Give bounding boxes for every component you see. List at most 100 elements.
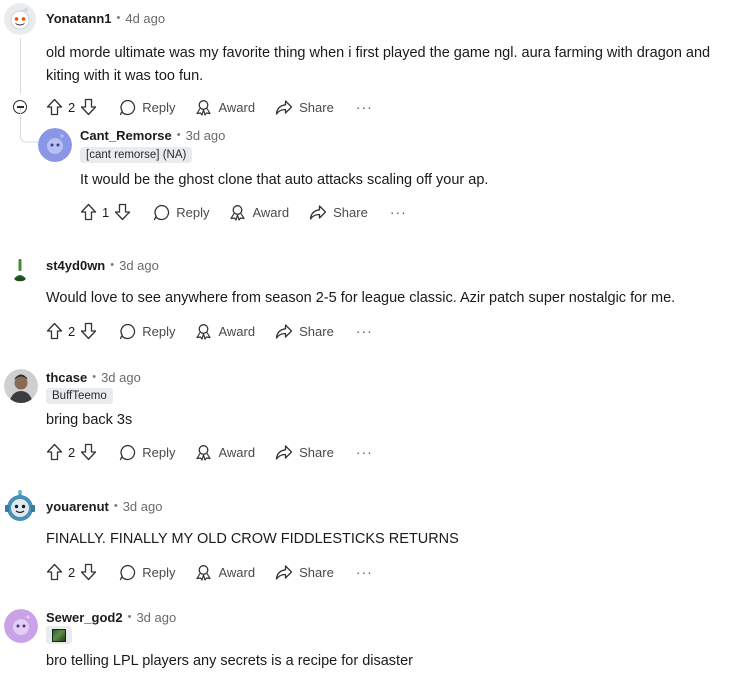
award-button[interactable]: Award <box>195 323 255 340</box>
username[interactable]: Sewer_god2 <box>46 610 123 625</box>
share-label: Share <box>299 564 334 580</box>
timestamp[interactable]: 4d ago <box>125 11 165 26</box>
share-button[interactable]: Share <box>275 444 334 461</box>
reply-button[interactable]: Reply <box>119 323 175 340</box>
username[interactable]: Yonatann1 <box>46 11 112 26</box>
reply-label: Reply <box>176 204 210 220</box>
user-flair: [cant remorse] (NA) <box>80 147 193 163</box>
timestamp[interactable]: 3d ago <box>119 258 159 273</box>
award-label: Award <box>218 323 256 339</box>
share-label: Share <box>299 323 334 339</box>
award-icon <box>196 99 212 116</box>
user-flair-image <box>46 626 72 644</box>
award-icon <box>230 204 246 221</box>
vote-group: 1 <box>80 203 131 221</box>
vote-group: 2 <box>46 563 97 581</box>
reply-button[interactable]: Reply <box>119 564 175 581</box>
username[interactable]: youarenut <box>46 499 109 514</box>
share-button[interactable]: Share <box>275 99 334 116</box>
user-flair: BuffTeemo <box>46 388 113 404</box>
vote-count: 2 <box>68 323 76 339</box>
comment-body: bring back 3s <box>46 412 133 428</box>
comment-meta: Cant_Remorse • 3d ago <box>80 126 225 144</box>
share-arrow-icon <box>275 564 293 580</box>
arrow-up-icon[interactable] <box>46 322 63 340</box>
vote-group: 2 <box>46 443 97 461</box>
share-arrow-icon <box>275 99 293 115</box>
separator-dot: • <box>113 500 118 512</box>
avatar[interactable] <box>4 609 38 643</box>
vote-group: 2 <box>46 98 97 116</box>
timestamp[interactable]: 3d ago <box>136 610 176 625</box>
comment-body: FINALLY. FINALLY MY OLD CROW FIDDLESTICK… <box>46 531 459 547</box>
timestamp[interactable]: 3d ago <box>101 370 141 385</box>
more-options-button[interactable]: ··· <box>390 205 407 219</box>
comment-meta: youarenut • 3d ago <box>46 497 162 515</box>
reply-button[interactable]: Reply <box>119 444 175 461</box>
comment-meta: st4yd0wn • 3d ago <box>46 256 159 274</box>
more-options-button[interactable]: ··· <box>356 565 373 579</box>
comment-body: bro telling LPL players any secrets is a… <box>46 653 413 669</box>
comment-actions: 2 Reply Award Share ··· <box>46 439 373 465</box>
separator-dot: • <box>116 12 121 24</box>
vote-count: 2 <box>68 564 76 580</box>
award-button[interactable]: Award <box>195 564 255 581</box>
reply-button[interactable]: Reply <box>119 99 175 116</box>
reply-button[interactable]: Reply <box>153 204 209 221</box>
speech-bubble-icon <box>120 99 136 115</box>
comment-body: It would be the ghost clone that auto at… <box>80 172 489 188</box>
award-icon <box>196 444 212 461</box>
award-button[interactable]: Award <box>195 444 255 461</box>
avatar[interactable] <box>4 3 36 35</box>
reply-label: Reply <box>142 444 176 460</box>
vote-count: 2 <box>68 444 76 460</box>
share-arrow-icon <box>275 323 293 339</box>
share-button[interactable]: Share <box>275 564 334 581</box>
arrow-down-icon[interactable] <box>80 98 97 116</box>
reply-label: Reply <box>142 99 176 115</box>
comment-meta: thcase • 3d ago <box>46 368 141 386</box>
comment-actions: 1 Reply Award Share ··· <box>80 199 407 225</box>
arrow-up-icon[interactable] <box>46 563 63 581</box>
award-label: Award <box>218 564 256 580</box>
comment-actions: 2 Reply Award Share ··· <box>46 559 373 585</box>
award-label: Award <box>218 444 256 460</box>
share-button[interactable]: Share <box>309 204 368 221</box>
more-options-button[interactable]: ··· <box>356 445 373 459</box>
avatar[interactable] <box>4 255 36 287</box>
arrow-up-icon[interactable] <box>46 443 63 461</box>
award-label: Award <box>218 99 256 115</box>
arrow-down-icon[interactable] <box>80 443 97 461</box>
arrow-down-icon[interactable] <box>80 322 97 340</box>
arrow-up-icon[interactable] <box>80 203 97 221</box>
avatar[interactable] <box>3 489 37 523</box>
vote-count: 2 <box>68 99 76 115</box>
username[interactable]: thcase <box>46 370 87 385</box>
comment-body: old morde ultimate was my favorite thing… <box>46 45 711 84</box>
more-options-button[interactable]: ··· <box>356 100 373 114</box>
avatar[interactable] <box>4 369 38 403</box>
share-label: Share <box>299 444 334 460</box>
arrow-down-icon[interactable] <box>80 563 97 581</box>
arrow-down-icon[interactable] <box>114 203 131 221</box>
award-label: Award <box>252 204 290 220</box>
award-button[interactable]: Award <box>229 204 289 221</box>
username[interactable]: Cant_Remorse <box>80 128 172 143</box>
more-options-button[interactable]: ··· <box>356 324 373 338</box>
timestamp[interactable]: 3d ago <box>186 128 226 143</box>
share-button[interactable]: Share <box>275 323 334 340</box>
avatar[interactable] <box>38 128 72 162</box>
award-button[interactable]: Award <box>195 99 255 116</box>
speech-bubble-icon <box>120 564 136 580</box>
username[interactable]: st4yd0wn <box>46 258 105 273</box>
separator-dot: • <box>92 371 97 383</box>
comment-meta: Sewer_god2 • 3d ago <box>46 608 176 626</box>
reply-label: Reply <box>142 323 176 339</box>
timestamp[interactable]: 3d ago <box>123 499 163 514</box>
arrow-up-icon[interactable] <box>46 98 63 116</box>
reply-label: Reply <box>142 564 176 580</box>
award-icon <box>196 564 212 581</box>
speech-bubble-icon <box>120 323 136 339</box>
award-icon <box>196 323 212 340</box>
thread-line <box>20 38 21 94</box>
